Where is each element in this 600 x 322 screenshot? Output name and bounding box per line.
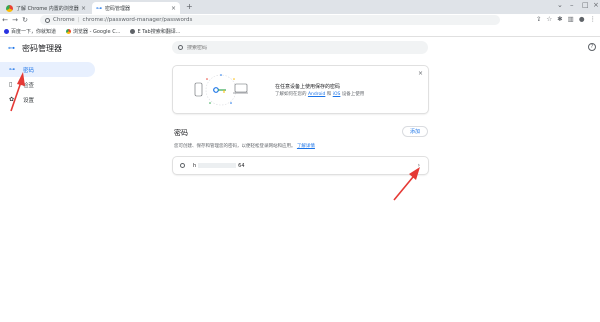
minimize-icon[interactable]: – bbox=[570, 1, 574, 9]
bookmark-label: 浏览器 - Google C... bbox=[73, 28, 121, 35]
address-bar[interactable]: Chrome | chrome://password-manager/passw… bbox=[40, 15, 500, 25]
section-description: 您可创建、保存和管理您的密码，以便轻松登录网站和应用。 了解详情 bbox=[174, 143, 315, 149]
promo-text: 设备上使用 bbox=[341, 92, 365, 97]
etab-icon bbox=[130, 28, 136, 34]
app-header: ⊶ 密码管理器 ? bbox=[0, 37, 600, 59]
sidebar-item-label: 设置 bbox=[23, 97, 35, 104]
key-icon: ⊶ bbox=[96, 4, 102, 12]
devices-illustration bbox=[194, 74, 248, 106]
globe-icon bbox=[180, 163, 185, 168]
add-password-button[interactable]: 添加 bbox=[402, 126, 428, 137]
page-title: 密码管理器 bbox=[22, 44, 62, 53]
android-link[interactable]: Android bbox=[308, 92, 325, 97]
share-icon[interactable]: ⇪ bbox=[536, 15, 541, 23]
search-icon bbox=[178, 45, 183, 50]
chevron-down-icon[interactable]: ⌄ bbox=[557, 1, 563, 9]
tab-password-manager[interactable]: ⊶ 密码管理器 × bbox=[92, 2, 180, 14]
bookmark-label: 百度一下，你就知道 bbox=[11, 28, 57, 35]
chrome-icon bbox=[66, 28, 72, 34]
tab-strip: 了解 Chrome 内置的浏览器工具 × ⊶ 密码管理器 × + ⌄ – □ × bbox=[0, 0, 600, 14]
baidu-icon bbox=[4, 28, 9, 34]
site-info-icon[interactable] bbox=[45, 17, 50, 23]
tab-close-icon[interactable]: × bbox=[171, 5, 176, 12]
promo-card: × 在任意设备上使用保存的密码 了解如何在您的 Android 和 iOS 设备… bbox=[173, 66, 428, 113]
profile-icon[interactable]: ● bbox=[579, 15, 585, 23]
sidebar-item-settings[interactable]: ✿ 设置 bbox=[0, 92, 95, 107]
search-box[interactable] bbox=[172, 41, 428, 54]
promo-text: 和 bbox=[326, 92, 332, 97]
ios-link[interactable]: iOS bbox=[333, 92, 341, 97]
key-icon: ⊶ bbox=[8, 44, 15, 52]
bookmark-item[interactable]: E Tab搜索和翻译... bbox=[130, 28, 180, 35]
site-suffix: 64 bbox=[238, 162, 245, 169]
chevron-right-icon[interactable]: › bbox=[418, 162, 420, 169]
section-title: 密码 bbox=[174, 129, 188, 137]
gear-icon: ✿ bbox=[9, 96, 15, 103]
forward-icon[interactable]: → bbox=[10, 16, 20, 24]
description-text: 您可创建、保存和管理您的密码，以便轻松登录网站和应用。 bbox=[174, 144, 296, 149]
sidebar: ⊶ 密码 ▯ 检查 ✿ 设置 bbox=[0, 62, 95, 107]
omnibox-url: chrome://password-manager/passwords bbox=[82, 17, 193, 23]
menu-icon[interactable]: ⋮ bbox=[590, 15, 597, 23]
toolbar-actions: ⇪ ☆ ✱ ▥ ● ⋮ bbox=[536, 15, 596, 23]
sidebar-item-passwords[interactable]: ⊶ 密码 bbox=[0, 62, 95, 77]
tab-close-icon[interactable]: × bbox=[81, 5, 86, 12]
password-entry[interactable]: h 64 › bbox=[173, 157, 428, 174]
site-prefix: h bbox=[193, 162, 197, 169]
shield-icon: ▯ bbox=[9, 81, 13, 88]
toolbar: ← → ↻ Chrome | chrome://password-manager… bbox=[0, 14, 600, 26]
bookmark-label: E Tab搜索和翻译... bbox=[137, 28, 181, 35]
sidepanel-icon[interactable]: ▥ bbox=[568, 15, 574, 23]
tab-title: 密码管理器 bbox=[105, 5, 131, 12]
promo-text: 了解如何在您的 bbox=[275, 92, 307, 97]
reload-icon[interactable]: ↻ bbox=[20, 16, 30, 24]
redacted-text bbox=[198, 163, 237, 168]
sidebar-item-label: 密码 bbox=[23, 67, 35, 74]
key-icon: ⊶ bbox=[9, 66, 15, 73]
bookmarks-bar: 百度一下，你就知道 浏览器 - Google C... E Tab搜索和翻译..… bbox=[0, 26, 600, 37]
sidebar-item-label: 检查 bbox=[23, 82, 35, 89]
maximize-icon[interactable]: □ bbox=[582, 1, 589, 9]
back-icon[interactable]: ← bbox=[0, 16, 10, 24]
close-icon[interactable]: × bbox=[418, 70, 423, 77]
plus-icon[interactable]: + bbox=[186, 2, 193, 11]
close-icon[interactable]: × bbox=[593, 1, 599, 9]
help-icon[interactable]: ? bbox=[588, 43, 596, 51]
search-input[interactable] bbox=[187, 44, 387, 51]
bookmark-star-icon[interactable]: ☆ bbox=[546, 15, 552, 23]
tab-title: 了解 Chrome 内置的浏览器工具 bbox=[16, 5, 79, 12]
password-site: h 64 bbox=[193, 163, 245, 169]
promo-description: 了解如何在您的 Android 和 iOS 设备上使用 bbox=[275, 91, 364, 97]
promo-headline: 在任意设备上使用保存的密码 bbox=[275, 84, 341, 90]
chrome-icon bbox=[6, 4, 13, 12]
omnibox-separator: | bbox=[77, 17, 80, 23]
extensions-icon[interactable]: ✱ bbox=[557, 15, 562, 23]
tab-chrome-tools[interactable]: 了解 Chrome 内置的浏览器工具 × bbox=[2, 2, 90, 14]
bookmark-item[interactable]: 百度一下，你就知道 bbox=[4, 28, 56, 35]
omnibox-origin: Chrome bbox=[53, 17, 75, 23]
sidebar-item-checkup[interactable]: ▯ 检查 bbox=[0, 77, 95, 92]
bookmark-item[interactable]: 浏览器 - Google C... bbox=[66, 28, 120, 35]
learn-more-link[interactable]: 了解详情 bbox=[297, 144, 315, 149]
